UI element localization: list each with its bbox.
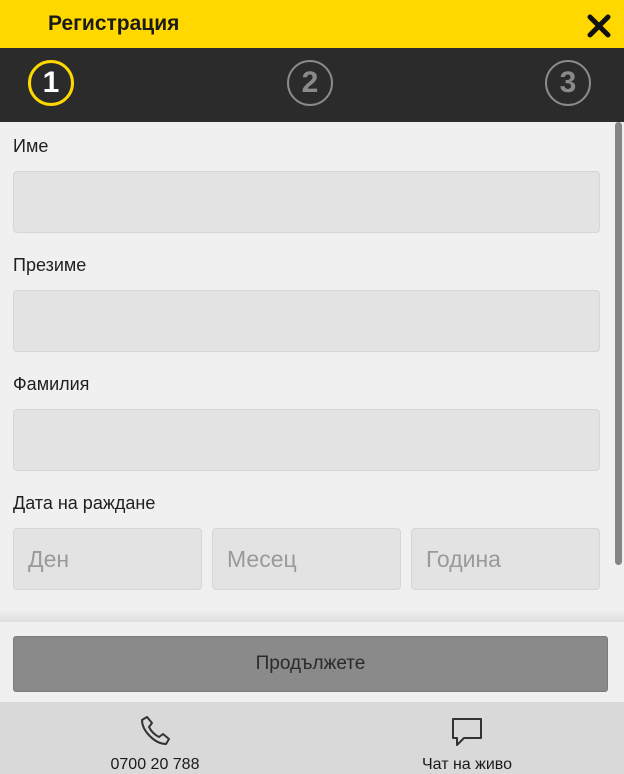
last-name-input[interactable] (13, 409, 600, 471)
step-indicator: 1 2 3 (0, 48, 624, 122)
middle-name-label: Презиме (13, 255, 87, 275)
last-name-label: Фамилия (13, 374, 90, 394)
phone-contact[interactable]: 0700 20 788 (103, 714, 207, 774)
close-button[interactable] (584, 11, 614, 41)
step-1: 1 (28, 60, 74, 106)
close-icon (587, 14, 611, 38)
continue-button[interactable]: Продължете (13, 636, 608, 692)
modal-header: Регистрация (0, 0, 624, 48)
step-3: 3 (545, 60, 591, 106)
live-chat-contact[interactable]: Чат на живо (415, 716, 519, 774)
birth-day-input[interactable] (13, 528, 202, 590)
first-name-label: Име (13, 136, 49, 156)
first-name-input[interactable] (13, 171, 600, 233)
phone-icon (141, 716, 170, 745)
modal-title: Регистрация (48, 12, 180, 35)
middle-name-input[interactable] (13, 290, 600, 352)
phone-number: 0700 20 788 (110, 756, 200, 773)
birth-year-input[interactable] (411, 528, 600, 590)
step-2: 2 (287, 60, 333, 106)
contact-bar: 0700 20 788 Чат на живо (0, 702, 624, 774)
chat-bubble-icon (452, 718, 482, 746)
live-chat-label: Чат на живо (421, 756, 513, 773)
birth-date-label: Дата на раждане (13, 493, 156, 513)
birth-month-input[interactable] (212, 528, 401, 590)
scrollbar-thumb[interactable] (615, 122, 622, 565)
